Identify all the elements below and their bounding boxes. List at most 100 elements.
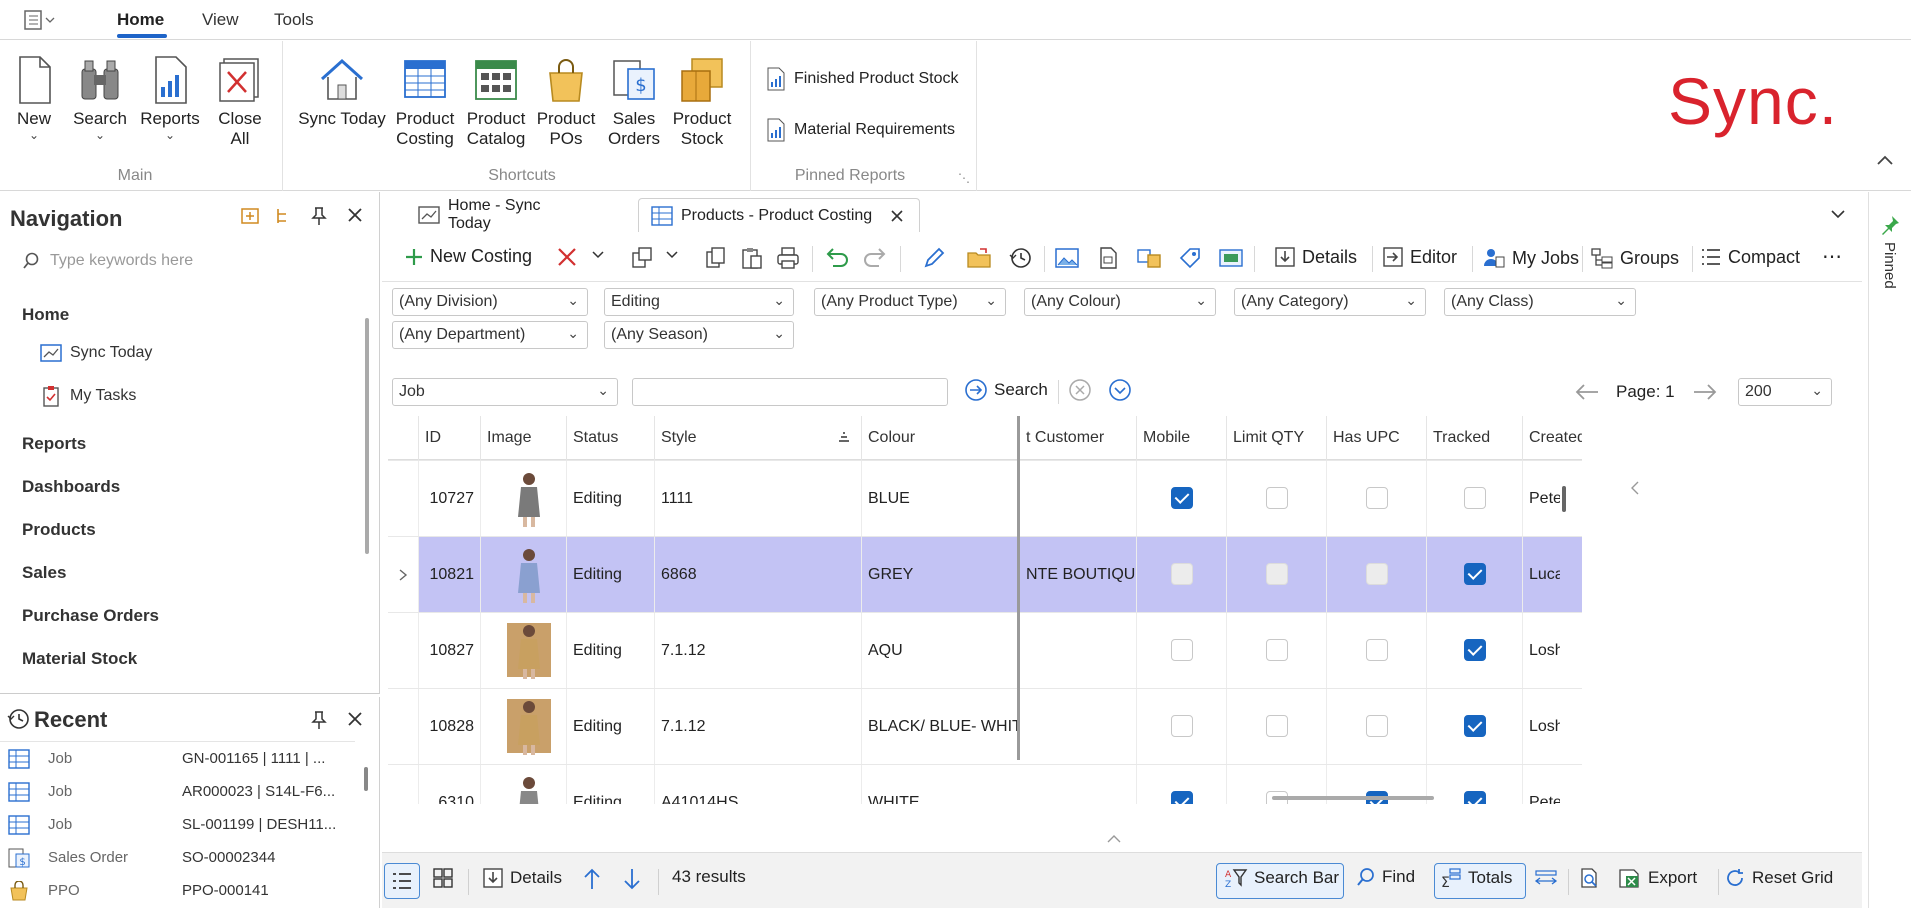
limit-checkbox[interactable] — [1266, 639, 1288, 661]
new-button[interactable]: New ⌄ — [8, 55, 60, 141]
copy-button[interactable] — [704, 246, 728, 270]
column-header-customer[interactable]: t Customer — [1017, 416, 1136, 460]
search-field-select[interactable]: Job ⌄ — [392, 378, 618, 406]
reports-button[interactable]: Reports ⌄ — [138, 55, 202, 141]
tab-products-product-costing[interactable]: Products - Product Costing — [638, 198, 920, 232]
nav-item-sync-today[interactable]: Sync Today — [40, 343, 152, 363]
collapse-ribbon-icon[interactable] — [1876, 153, 1894, 167]
nav-section-products[interactable]: Products — [22, 520, 96, 540]
close-nav-icon[interactable] — [346, 206, 364, 224]
column-header-id[interactable]: ID — [418, 416, 480, 460]
pinned-side-label[interactable]: Pinned — [1881, 242, 1898, 289]
mobile-checkbox[interactable] — [1171, 791, 1193, 804]
column-header-image[interactable]: Image — [480, 416, 566, 460]
nav-scrollbar[interactable] — [365, 318, 369, 554]
sync-today-button[interactable]: Sync Today — [296, 55, 388, 129]
search-button[interactable]: Search — [964, 378, 1048, 402]
next-page-icon[interactable] — [1692, 382, 1718, 402]
mobile-checkbox[interactable] — [1171, 715, 1193, 737]
nav-section-dashboards[interactable]: Dashboards — [22, 477, 120, 497]
column-header-colour[interactable]: Colour — [861, 416, 1017, 460]
page-size-select[interactable]: 200 ⌄ — [1738, 378, 1832, 406]
column-header-status[interactable]: Status — [566, 416, 654, 460]
more-options-icon[interactable]: ⋯ — [1822, 244, 1843, 269]
image-button[interactable] — [1054, 246, 1080, 270]
editor-button[interactable]: Editor — [1382, 246, 1457, 268]
history-button[interactable] — [1008, 246, 1032, 270]
open-folder-button[interactable] — [966, 246, 992, 270]
nav-section-reports[interactable]: Reports — [22, 434, 86, 454]
tracked-checkbox[interactable] — [1464, 639, 1486, 661]
upc-checkbox[interactable] — [1366, 639, 1388, 661]
menu-tab-home[interactable]: Home — [117, 10, 164, 30]
upc-checkbox[interactable] — [1366, 563, 1388, 585]
column-header-style[interactable]: Style — [654, 416, 861, 460]
close-tab-icon[interactable] — [890, 209, 904, 223]
transfer-button[interactable] — [1136, 246, 1162, 270]
print-preview-button[interactable] — [1578, 867, 1600, 889]
fit-columns-button[interactable] — [1534, 867, 1558, 889]
product-costing-button[interactable]: Product Costing — [394, 55, 456, 149]
product-catalog-button[interactable]: Product Catalog — [464, 55, 528, 149]
product-type-filter[interactable]: (Any Product Type) ⌄ — [814, 288, 1006, 316]
close-all-button[interactable]: Close All — [212, 55, 268, 149]
limit-checkbox[interactable] — [1266, 487, 1288, 509]
pin-nav-icon[interactable] — [310, 206, 328, 226]
details-status-button[interactable]: Details — [482, 867, 562, 889]
app-menu-icon[interactable] — [24, 10, 58, 30]
limit-checkbox[interactable] — [1266, 563, 1288, 585]
undo-button[interactable] — [824, 246, 850, 268]
status-filter[interactable]: Editing ⌄ — [604, 288, 794, 316]
column-header-tracked[interactable]: Tracked — [1426, 416, 1522, 460]
side-collapse-chevron-icon[interactable] — [1630, 480, 1640, 496]
delete-dropdown-chevron-icon[interactable] — [592, 250, 604, 260]
compact-button[interactable]: Compact — [1700, 246, 1800, 268]
move-down-button[interactable] — [622, 867, 642, 891]
tree-nav-icon[interactable] — [274, 206, 294, 226]
division-filter[interactable]: (Any Division) ⌄ — [392, 288, 588, 316]
nav-search-input[interactable]: Type keywords here — [22, 248, 362, 274]
colour-filter[interactable]: (Any Colour) ⌄ — [1024, 288, 1216, 316]
edit-button[interactable] — [922, 246, 946, 270]
copy-structure-button[interactable] — [630, 246, 654, 270]
groups-button[interactable]: Groups — [1590, 246, 1679, 270]
previous-page-icon[interactable] — [1574, 382, 1600, 402]
product-pos-button[interactable]: Product POs — [534, 55, 598, 149]
column-header-has-upc[interactable]: Has UPC — [1326, 416, 1426, 460]
class-filter[interactable]: (Any Class) ⌄ — [1444, 288, 1636, 316]
document-button[interactable] — [1096, 246, 1120, 270]
menu-tab-view[interactable]: View — [202, 10, 239, 30]
nav-section-home[interactable]: Home — [22, 305, 69, 325]
pinned-report-finished-product-stock[interactable]: Finished Product Stock — [766, 67, 959, 91]
close-recent-icon[interactable] — [346, 710, 364, 728]
my-jobs-button[interactable]: My Jobs — [1482, 246, 1579, 270]
paste-button[interactable] — [740, 246, 764, 270]
card-view-button[interactable] — [432, 867, 454, 889]
menu-tab-tools[interactable]: Tools — [274, 10, 314, 30]
department-filter[interactable]: (Any Department) ⌄ — [392, 321, 588, 349]
tracked-checkbox[interactable] — [1464, 487, 1486, 509]
tag-button[interactable] — [1178, 246, 1202, 270]
copy-dropdown-chevron-icon[interactable] — [666, 250, 678, 260]
upc-checkbox[interactable] — [1366, 715, 1388, 737]
pin-recent-icon[interactable] — [310, 710, 328, 730]
season-filter[interactable]: (Any Season) ⌄ — [604, 321, 794, 349]
search-input[interactable] — [632, 378, 948, 406]
expand-nav-icon[interactable] — [240, 206, 260, 226]
new-costing-button[interactable]: New Costing — [404, 246, 532, 267]
expand-search-icon[interactable] — [1108, 378, 1132, 402]
tab-list-chevron-icon[interactable] — [1830, 208, 1846, 220]
column-header-mobile[interactable]: Mobile — [1136, 416, 1226, 460]
category-filter[interactable]: (Any Category) ⌄ — [1234, 288, 1426, 316]
mobile-checkbox[interactable] — [1171, 563, 1193, 585]
tracked-checkbox[interactable] — [1464, 791, 1486, 804]
recent-item[interactable]: $ Sales Order SO-00002344 — [0, 841, 355, 874]
search-button[interactable]: Search ⌄ — [70, 55, 130, 141]
recent-item[interactable]: Job AR000023 | S14L-F6... — [0, 775, 355, 808]
list-view-button[interactable] — [384, 863, 420, 899]
grid-vertical-scrollbar[interactable] — [1562, 486, 1566, 512]
find-button[interactable]: Find — [1356, 867, 1415, 887]
mobile-checkbox[interactable] — [1171, 639, 1193, 661]
tracked-checkbox[interactable] — [1464, 563, 1486, 585]
column-header-limit-qty[interactable]: Limit QTY — [1226, 416, 1326, 460]
